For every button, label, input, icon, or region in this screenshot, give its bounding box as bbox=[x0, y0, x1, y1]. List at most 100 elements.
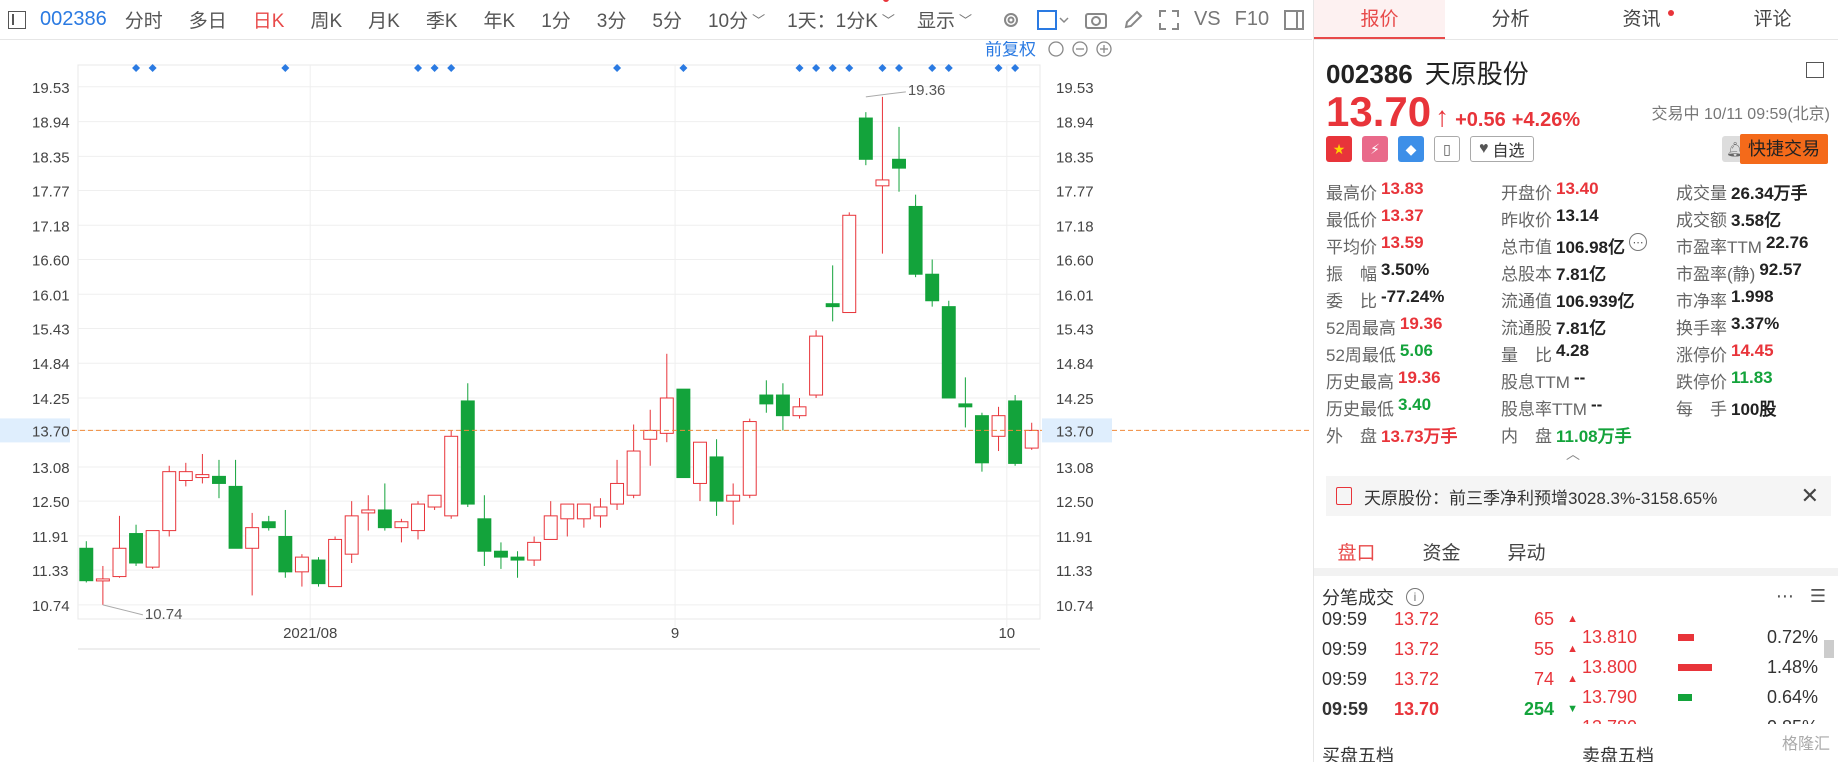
select-display[interactable]: 显示 ﹀ bbox=[917, 6, 972, 33]
tab-yuek[interactable]: 月K bbox=[368, 6, 400, 33]
tab-zhouk[interactable]: 周K bbox=[310, 6, 342, 33]
x-tick-label: 2021/08 bbox=[283, 625, 337, 642]
chevron-down-icon: ﹀ bbox=[752, 13, 766, 28]
quote-cell: 历史最低 3.40 bbox=[1326, 395, 1501, 420]
annotation-label: 19.36 bbox=[908, 82, 946, 99]
camera-icon[interactable] bbox=[1084, 9, 1108, 31]
y-tick-label-right: 18.35 bbox=[1056, 149, 1094, 166]
kline-chart-area[interactable]: 19.53 19.53 18.94 18.94 18.35 18.35 17.77 17.77… bbox=[0, 40, 1312, 762]
bookmark-icon[interactable]: ▯ bbox=[1434, 136, 1460, 162]
candle-body bbox=[643, 429, 658, 440]
quote-label: 量 比 bbox=[1501, 346, 1552, 365]
layout-select-icon[interactable] bbox=[1036, 9, 1070, 31]
pen-icon[interactable] bbox=[1122, 9, 1144, 31]
tick-time: 09:59 bbox=[1322, 612, 1368, 629]
quote-label: 最高价 bbox=[1326, 184, 1377, 203]
depth-row: 13.790 0.64% bbox=[1582, 682, 1827, 712]
select-1day-label: 1天：1分K bbox=[787, 11, 878, 32]
news-text[interactable]: 天原股份：前三季净利预增3028.3%-3158.65% bbox=[1364, 484, 1717, 509]
quote-value: 13.14 bbox=[1556, 206, 1599, 225]
lightning-icon[interactable]: ⚡ bbox=[1362, 136, 1388, 162]
candle-body bbox=[825, 303, 840, 308]
tab-niank[interactable]: 年K bbox=[484, 6, 516, 33]
vs-button[interactable]: VS bbox=[1194, 8, 1221, 31]
subtab-zijin[interactable]: 资金 bbox=[1399, 538, 1484, 566]
select-1day[interactable]: 1天：1分K ﹀ bbox=[787, 0, 895, 33]
news-banner[interactable]: 天原股份：前三季净利预增3028.3%-3158.65% ✕ bbox=[1326, 476, 1831, 516]
kline-chart[interactable]: 19.53 19.53 18.94 18.94 18.35 18.35 17.77 17.77… bbox=[0, 40, 1312, 762]
quote-cell: 振 幅 3.50% bbox=[1326, 260, 1501, 285]
info-icon[interactable]: i bbox=[1406, 588, 1424, 606]
quote-row: 52周最低 5.06 量 比 4.28 涨停价 14.45 bbox=[1326, 340, 1831, 367]
y-tick-label-left: 13.08 bbox=[32, 460, 70, 477]
f10-button[interactable]: F10 bbox=[1235, 8, 1269, 31]
quote-cell: 流通股 7.81亿 bbox=[1501, 314, 1676, 339]
fullscreen-icon[interactable] bbox=[1158, 9, 1180, 31]
y-tick-label-right: 11.33 bbox=[1056, 563, 1092, 580]
select-10min[interactable]: 10分 ﹀ bbox=[708, 6, 765, 33]
add-watchlist-button[interactable]: ♥ 自选 bbox=[1470, 136, 1534, 162]
candle-body bbox=[908, 205, 923, 275]
depth-pct: 0.72% bbox=[1766, 626, 1818, 647]
tab-quote[interactable]: 报价 bbox=[1314, 0, 1445, 39]
scrollbar[interactable] bbox=[1824, 640, 1834, 658]
tab-jik[interactable]: 季K bbox=[426, 6, 458, 33]
toolbar-stock-code[interactable]: 002386 bbox=[40, 8, 107, 31]
candle-body bbox=[328, 538, 343, 588]
sell-five-label: 卖盘五档 bbox=[1582, 746, 1654, 762]
menu-icon[interactable] bbox=[1806, 62, 1824, 78]
tab-5min[interactable]: 5分 bbox=[652, 6, 682, 33]
candle-body bbox=[361, 509, 376, 514]
more-icon[interactable]: ⋯ bbox=[1776, 586, 1794, 607]
tag-icon[interactable]: ◆ bbox=[1398, 136, 1424, 162]
current-price-label-left: 13.70 bbox=[32, 423, 70, 440]
undo-icon[interactable] bbox=[1048, 41, 1064, 57]
collapse-chevron-icon[interactable]: ︿ bbox=[1566, 444, 1580, 464]
heart-icon: ♥ bbox=[1479, 140, 1489, 157]
quote-cell: 历史最高 19.36 bbox=[1326, 368, 1501, 393]
quote-value: 11.83 bbox=[1731, 368, 1773, 387]
tick-volume: 65 bbox=[1533, 612, 1554, 629]
current-price-label-right: 13.70 bbox=[1056, 423, 1094, 440]
candle-body bbox=[842, 214, 857, 314]
candle-body bbox=[460, 400, 475, 505]
tab-duori[interactable]: 多日 bbox=[189, 6, 227, 33]
depth-list[interactable]: 13.810 0.72% 13.800 1.48% 13.790 0.64% 13.780 0… bbox=[1582, 622, 1827, 724]
tick-list[interactable]: 09:59 13.72 65 ▲ 09:59 13.72 55 ▲ 09:59 13.72 74 ▲ 0… bbox=[1322, 612, 1582, 724]
close-icon[interactable]: ✕ bbox=[1801, 483, 1819, 509]
fuquan-toggle[interactable]: 前复权 bbox=[985, 40, 1036, 59]
tab-analysis[interactable]: 分析 bbox=[1445, 0, 1576, 39]
subtab-yidong[interactable]: 异动 bbox=[1484, 538, 1569, 566]
tab-fenshi[interactable]: 分时 bbox=[125, 6, 163, 33]
depth-bar-track bbox=[1678, 633, 1758, 641]
candle-body bbox=[1024, 429, 1039, 449]
tab-rik[interactable]: 日K bbox=[253, 6, 285, 33]
tab-3min[interactable]: 3分 bbox=[597, 6, 627, 33]
quote-value: 1.998 bbox=[1731, 287, 1774, 306]
candle-body bbox=[112, 547, 127, 578]
quote-value: 106.98亿 bbox=[1556, 238, 1625, 257]
quote-value: 22.76 bbox=[1765, 233, 1809, 252]
tab-1min[interactable]: 1分 bbox=[541, 6, 571, 33]
tick-row: 09:59 13.70 254 ▼ bbox=[1322, 694, 1582, 724]
depth-bar bbox=[1678, 693, 1693, 701]
quote-value: 5.06 bbox=[1399, 341, 1434, 360]
candle-body bbox=[294, 556, 309, 573]
quick-trade-button[interactable]: 快捷交易 bbox=[1740, 134, 1828, 164]
more-icon[interactable]: ⋯ bbox=[1629, 233, 1647, 251]
y-tick-label-right: 10.74 bbox=[1056, 598, 1094, 615]
candle-body bbox=[576, 503, 591, 520]
quote-label: 内 盘 bbox=[1501, 427, 1552, 446]
depth-pct: 0.64% bbox=[1766, 686, 1818, 707]
tab-comment[interactable]: 评论 bbox=[1707, 0, 1838, 39]
quote-label: 平均价 bbox=[1326, 238, 1377, 257]
quote-tabs: 报价 分析 资讯 评论 bbox=[1314, 0, 1838, 40]
candle-body bbox=[129, 533, 144, 564]
panel-toggle-icon[interactable] bbox=[1283, 9, 1305, 31]
gear-icon[interactable] bbox=[1000, 9, 1022, 31]
candle-body bbox=[610, 482, 625, 505]
sidebar-toggle-icon[interactable] bbox=[8, 10, 26, 29]
list-icon[interactable]: ☰ bbox=[1810, 586, 1826, 607]
tab-news[interactable]: 资讯 bbox=[1576, 0, 1707, 39]
subtab-pankou[interactable]: 盘口 bbox=[1314, 538, 1399, 566]
